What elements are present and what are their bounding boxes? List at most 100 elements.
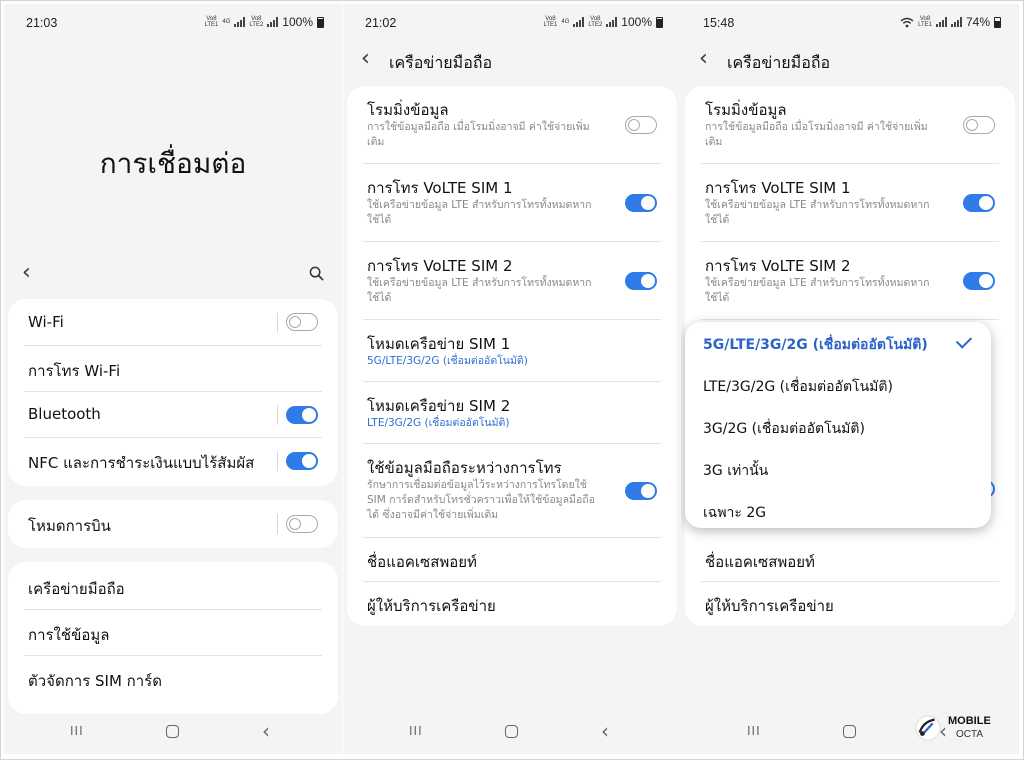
navigation-bar: III ‹ (343, 716, 681, 746)
bluetooth-row[interactable]: Bluetooth (24, 392, 322, 438)
recent-apps-icon[interactable]: III (409, 724, 423, 738)
nfc-toggle[interactable] (286, 452, 318, 470)
status-time: 21:03 (26, 16, 58, 30)
volte-sim2-label: การโทร VoLTE SIM 2 (705, 257, 851, 275)
volte-sim1-row[interactable]: การโทร VoLTE SIM 1 ใช้เครือข่ายข้อมูล LT… (701, 164, 999, 242)
data-roaming-row[interactable]: โรมมิ่งข้อมูล การใช้ข้อมูลมือถือ เมื่อโร… (363, 86, 661, 164)
mobile-network-row[interactable]: เครือข่ายมือถือ (24, 562, 322, 610)
network-operators-row[interactable]: ผู้ให้บริการเครือข่าย (363, 582, 661, 626)
data-during-calls-toggle[interactable] (625, 482, 657, 500)
network-mode-sim1-label: โหมดเครือข่าย SIM 1 (367, 335, 511, 353)
page-title: เครือข่ายมือถือ (389, 53, 493, 72)
airplane-mode-label: โหมดการบิน (28, 517, 111, 535)
battery-level: 74% (965, 15, 990, 29)
watermark-line-1: MOBILE (948, 715, 991, 727)
volte-sim1-toggle[interactable] (963, 194, 995, 212)
page-title: การเชื่อมต่อ (99, 147, 247, 180)
bluetooth-toggle[interactable] (286, 406, 318, 424)
signal-icon (573, 17, 585, 27)
signal-icon (935, 17, 947, 27)
access-point-names-row[interactable]: ชื่อแอคเซสพอยท์ (363, 538, 661, 582)
volte-sim2-toggle[interactable] (963, 272, 995, 290)
battery-icon (994, 16, 1001, 28)
screen-connections: 21:03 Vo8 LTE1 4G Vo8 LTE2 100% การเชื่อมต… (4, 4, 342, 754)
divider (277, 514, 278, 534)
option-3g-only[interactable]: 3G เท่านั้น (703, 460, 975, 482)
wifi-row[interactable]: Wi-Fi (24, 299, 322, 346)
network-operators-label: ผู้ให้บริการเครือข่าย (705, 597, 834, 615)
home-icon[interactable] (166, 725, 179, 738)
back-icon[interactable]: ‹ (699, 48, 708, 70)
data-during-calls-desc: รักษาการเชื่อมต่อข้อมูลไว้ระหว่างการโทรโ… (367, 479, 595, 521)
data-during-calls-row[interactable]: ใช้ข้อมูลมือถือระหว่างการโทร รักษาการเชื… (363, 444, 661, 538)
signal-icon-2 (606, 17, 618, 27)
volte-sim2-row[interactable]: การโทร VoLTE SIM 2 ใช้เครือข่ายข้อมูล LT… (363, 242, 661, 320)
status-time: 21:02 (365, 16, 397, 30)
volte-sim2-toggle[interactable] (625, 272, 657, 290)
connections-group-2: โหมดการบิน (8, 500, 338, 548)
navigation-bar: III ‹ (4, 716, 342, 746)
status-time: 15:48 (703, 16, 735, 30)
volte-sim1-label: การโทร VoLTE SIM 1 (367, 179, 513, 197)
data-roaming-toggle[interactable] (625, 116, 657, 134)
search-icon[interactable] (309, 266, 324, 281)
recent-apps-icon[interactable]: III (70, 724, 84, 738)
battery-level: 100% (282, 15, 313, 29)
option-5g-lte-3g-2g[interactable]: 5G/LTE/3G/2G (เชื่อมต่ออัตโนมัติ) (703, 332, 975, 356)
network-mode-dropdown: 5G/LTE/3G/2G (เชื่อมต่ออัตโนมัติ) LTE/3G… (685, 322, 991, 528)
wifi-calling-label: การโทร Wi-Fi (28, 362, 121, 380)
data-usage-row[interactable]: การใช้ข้อมูล (24, 610, 322, 656)
data-roaming-row[interactable]: โรมมิ่งข้อมูล การใช้ข้อมูลมือถือ เมื่อโร… (701, 86, 999, 164)
network-mode-sim1-value: 5G/LTE/3G/2G (เชื่อมต่ออัตโนมัติ) (367, 355, 528, 367)
network-mode-sim2-row[interactable]: โหมดเครือข่าย SIM 2 LTE/3G/2G (เชื่อมต่อ… (363, 382, 661, 444)
data-roaming-desc: การใช้ข้อมูลมือถือ เมื่อโรมมิ่งอาจมี ค่า… (367, 121, 590, 148)
nav-back-icon[interactable]: ‹ (601, 719, 609, 743)
connections-group-1: Wi-Fi การโทร Wi-Fi Bluetooth NFC และการช… (8, 299, 338, 486)
volte-sim1-toggle[interactable] (625, 194, 657, 212)
back-icon[interactable]: ‹ (361, 48, 370, 70)
data-roaming-label: โรมมิ่งข้อมูล (367, 101, 449, 119)
volte-sim2-desc: ใช้เครือข่ายข้อมูล LTE สำหรับการโทรทั้งห… (705, 277, 930, 304)
network-mode-sim2-label: โหมดเครือข่าย SIM 2 (367, 397, 511, 415)
data-roaming-label: โรมมิ่งข้อมูล (705, 101, 787, 119)
data-usage-label: การใช้ข้อมูล (28, 626, 110, 644)
wifi-calling-row[interactable]: การโทร Wi-Fi (24, 346, 322, 392)
home-icon[interactable] (843, 725, 856, 738)
nav-back-icon[interactable]: ‹ (262, 719, 270, 743)
header: ‹ เครือข่ายมือถือ (343, 46, 681, 74)
data-roaming-toggle[interactable] (963, 116, 995, 134)
back-icon[interactable]: ‹ (22, 262, 31, 284)
nfc-row[interactable]: NFC และการชำระเงินแบบไร้สัมผัส (24, 438, 322, 486)
option-lte-3g-2g[interactable]: LTE/3G/2G (เชื่อมต่ออัตโนมัติ) (703, 376, 975, 398)
screen-network-mode-dropdown: 15:48 Vo8 LTE1 74% ‹ เครือข่ายมือถือ โรมม… (681, 4, 1019, 754)
header: ‹ เครือข่ายมือถือ (681, 46, 1019, 74)
divider (277, 313, 278, 333)
network-type: 4G (561, 19, 570, 25)
network-mode-sim2-value: LTE/3G/2G (เชื่อมต่ออัตโนมัติ) (367, 417, 510, 429)
recent-apps-icon[interactable]: III (747, 724, 761, 738)
sim-manager-row[interactable]: ตัวจัดการ SIM การ์ด (24, 656, 322, 704)
access-point-names-row[interactable]: ชื่อแอคเซสพอยท์ (701, 538, 999, 582)
bluetooth-label: Bluetooth (28, 405, 101, 423)
network-operators-row[interactable]: ผู้ให้บริการเครือข่าย (701, 582, 999, 626)
mobile-network-settings: โรมมิ่งข้อมูล การใช้ข้อมูลมือถือ เมื่อโร… (347, 86, 677, 626)
option-label: 5G/LTE/3G/2G (เชื่อมต่ออัตโนมัติ) (703, 337, 928, 353)
access-point-names-label: ชื่อแอคเซสพอยท์ (705, 553, 815, 571)
signal-icon-2 (950, 17, 962, 27)
wifi-label: Wi-Fi (28, 313, 64, 331)
option-2g-only[interactable]: เฉพาะ 2G (703, 502, 975, 524)
volte-sim1-row[interactable]: การโทร VoLTE SIM 1 ใช้เครือข่ายข้อมูล LT… (363, 164, 661, 242)
wifi-toggle[interactable] (286, 313, 318, 331)
airplane-mode-row[interactable]: โหมดการบิน (24, 500, 322, 548)
mobile-network-label: เครือข่ายมือถือ (28, 580, 125, 598)
connections-group-3: เครือข่ายมือถือ การใช้ข้อมูล ตัวจัดการ S… (8, 562, 338, 714)
sim-manager-label: ตัวจัดการ SIM การ์ด (28, 672, 162, 690)
volte-indicator: Vo8 LTE1 (543, 16, 558, 28)
option-3g-2g[interactable]: 3G/2G (เชื่อมต่ออัตโนมัติ) (703, 418, 975, 440)
airplane-mode-toggle[interactable] (286, 515, 318, 533)
volte-sim2-row[interactable]: การโทร VoLTE SIM 2 ใช้เครือข่ายข้อมูล LT… (701, 242, 999, 320)
network-mode-sim1-row[interactable]: โหมดเครือข่าย SIM 1 5G/LTE/3G/2G (เชื่อม… (363, 320, 661, 382)
divider (277, 451, 278, 471)
home-icon[interactable] (505, 725, 518, 738)
nfc-label: NFC และการชำระเงินแบบไร้สัมผัส (28, 454, 255, 472)
